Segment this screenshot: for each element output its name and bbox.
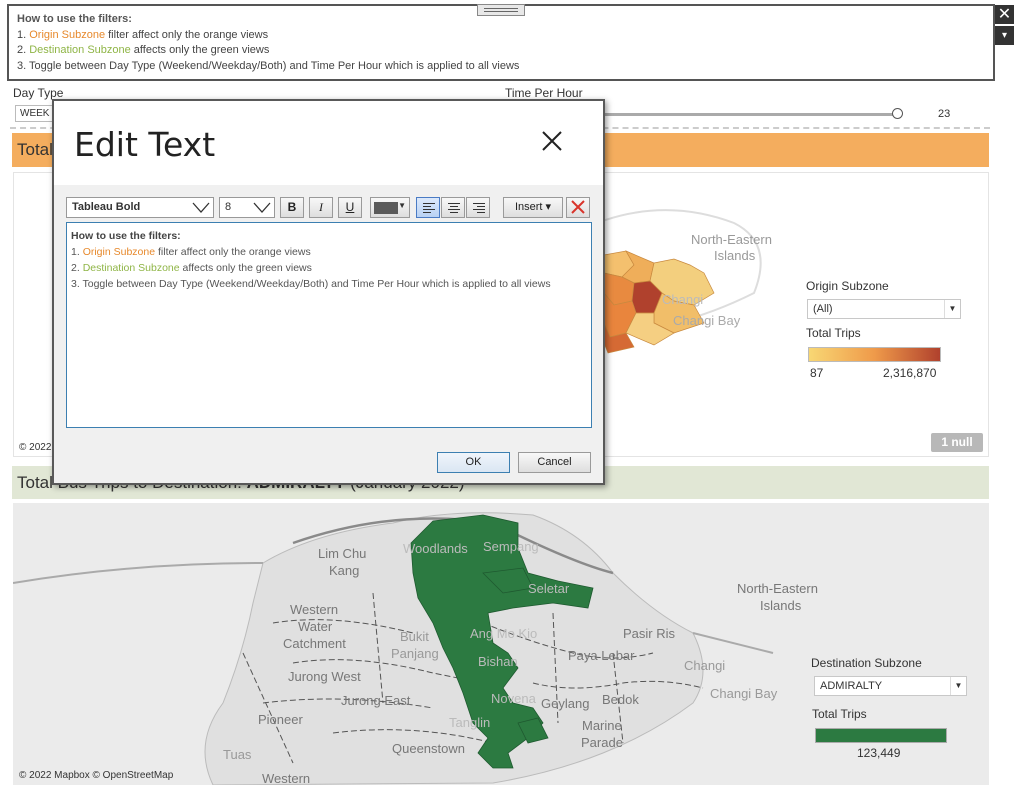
time-per-hour-label: Time Per Hour [505, 86, 583, 100]
destination-subzone-value: ADMIRALTY [820, 680, 883, 692]
chevron-down-icon [253, 202, 271, 213]
map-label: Novena [491, 691, 537, 706]
map-label: Changi Bay [710, 686, 778, 701]
editor-line-2: 2. Destination Subzone affects only the … [71, 262, 312, 274]
instructions-line-3: 3. Toggle between Day Type (Weekend/Week… [17, 59, 520, 72]
map-label: North-Eastern [691, 232, 772, 247]
origin-subzone-value: (All) [813, 303, 833, 315]
map-label: Geylang [541, 696, 589, 711]
close-icon[interactable] [540, 129, 564, 153]
map-label: Seletar [528, 581, 570, 596]
editor-origin-highlight: Origin Subzone [82, 246, 156, 258]
dropdown-arrow-icon: ▼ [398, 201, 406, 210]
destination-subzone-highlight: Destination Subzone [29, 44, 131, 56]
text-editor[interactable]: How to use the filters: 1. Origin Subzon… [66, 222, 592, 428]
font-family-select[interactable]: Tableau Bold [66, 197, 214, 218]
x-icon [571, 200, 585, 214]
map-label: Paya Lebar [568, 648, 635, 663]
origin-subzone-highlight: Origin Subzone [29, 28, 106, 41]
font-size-select[interactable]: 8 [219, 197, 275, 218]
chevron-down-icon [192, 202, 210, 213]
italic-button[interactable]: I [309, 197, 333, 218]
time-slider-handle[interactable] [892, 108, 903, 119]
map-label: Bedok [602, 692, 639, 707]
null-indicator[interactable]: 1 null [931, 433, 983, 452]
map-label: Catchment [283, 636, 346, 651]
instructions-line-2: 2. Destination Subzone affects only the … [17, 44, 270, 56]
map-label: Water [298, 619, 333, 634]
day-type-label: Day Type [13, 86, 64, 100]
underline-button[interactable]: U [338, 197, 362, 218]
map-label: Pioneer [258, 712, 303, 727]
color-swatch [374, 202, 398, 214]
bold-button[interactable]: B [280, 197, 304, 218]
cancel-button[interactable]: Cancel [518, 452, 591, 473]
origin-legend-max: 2,316,870 [883, 366, 937, 380]
time-slider-track[interactable] [600, 113, 898, 116]
font-size-value: 8 [225, 201, 232, 213]
align-center-button[interactable] [441, 197, 465, 218]
map-label: Tanglin [449, 715, 490, 730]
align-left-button[interactable] [416, 197, 440, 218]
ok-button[interactable]: OK [437, 452, 510, 473]
chevron-down-icon: ▼ [944, 300, 960, 318]
editor-line-1: 1. Origin Subzone filter affect only the… [71, 246, 311, 258]
map-label: Changi Bay [673, 313, 741, 328]
map-label: Ang Mo Kio [470, 626, 537, 641]
instructions-line-1: 1. Origin Subzone filter affect only the… [17, 28, 269, 41]
close-icon[interactable]: ✕ [995, 5, 1014, 24]
origin-subzone-dropdown[interactable]: (All) ▼ [807, 299, 961, 319]
destination-map-copyright: © 2022 Mapbox © OpenStreetMap [19, 770, 174, 781]
map-label: Sempang [483, 539, 539, 554]
map-label: Jurong East [341, 693, 411, 708]
map-label: Islands [760, 598, 802, 613]
clear-formatting-button[interactable] [566, 197, 590, 218]
map-label: Changi [662, 292, 703, 307]
map-label: Pasir Ris [623, 626, 676, 641]
origin-subzone-label: Origin Subzone [806, 279, 889, 293]
origin-map-copyright: © 2022 [19, 442, 52, 453]
map-label: Parade [581, 735, 623, 750]
chevron-down-icon: ▼ [950, 677, 966, 695]
time-slider-value: 23 [938, 108, 951, 120]
dialog-title: Edit Text [74, 125, 216, 164]
map-label: Woodlands [403, 541, 468, 556]
map-label: Jurong West [288, 669, 361, 684]
align-right-button[interactable] [466, 197, 490, 218]
map-label: Queenstown [392, 741, 465, 756]
editor-title-line: How to use the filters: [71, 230, 181, 242]
destination-total-trips-label: Total Trips [812, 707, 867, 721]
origin-legend-min: 87 [810, 366, 824, 380]
map-label: Marine [582, 718, 622, 733]
destination-subzone-dropdown[interactable]: ADMIRALTY ▼ [814, 676, 967, 696]
drag-handle[interactable] [477, 4, 525, 16]
map-label: Lim Chu [318, 546, 366, 561]
map-label: Western [262, 771, 310, 785]
editor-destination-highlight: Destination Subzone [82, 262, 180, 274]
map-label: Tuas [223, 747, 252, 762]
map-label: Western [290, 602, 338, 617]
font-family-value: Tableau Bold [72, 201, 141, 213]
map-label: Islands [714, 248, 756, 263]
map-label: North-Eastern [737, 581, 818, 596]
text-color-button[interactable]: ▼ [370, 197, 410, 218]
map-label: Changi [684, 658, 725, 673]
origin-total-trips-label: Total Trips [806, 326, 861, 340]
editor-line-3: 3. Toggle between Day Type (Weekend/Week… [71, 278, 551, 290]
map-label: Bukit [400, 629, 429, 644]
destination-subzone-label: Destination Subzone [811, 656, 922, 670]
map-label: Bishan [478, 654, 518, 669]
destination-trips-value: 123,449 [857, 746, 901, 760]
destination-trips-bar [815, 728, 947, 743]
map-label: Kang [329, 563, 359, 578]
edit-text-dialog: Edit Text Tableau Bold 8 B I U ▼ Insert … [52, 99, 605, 485]
more-options-icon[interactable]: ▾ [995, 26, 1014, 45]
origin-color-legend [808, 347, 941, 362]
map-label: Panjang [391, 646, 439, 661]
insert-button[interactable]: Insert ▾ [503, 197, 563, 218]
